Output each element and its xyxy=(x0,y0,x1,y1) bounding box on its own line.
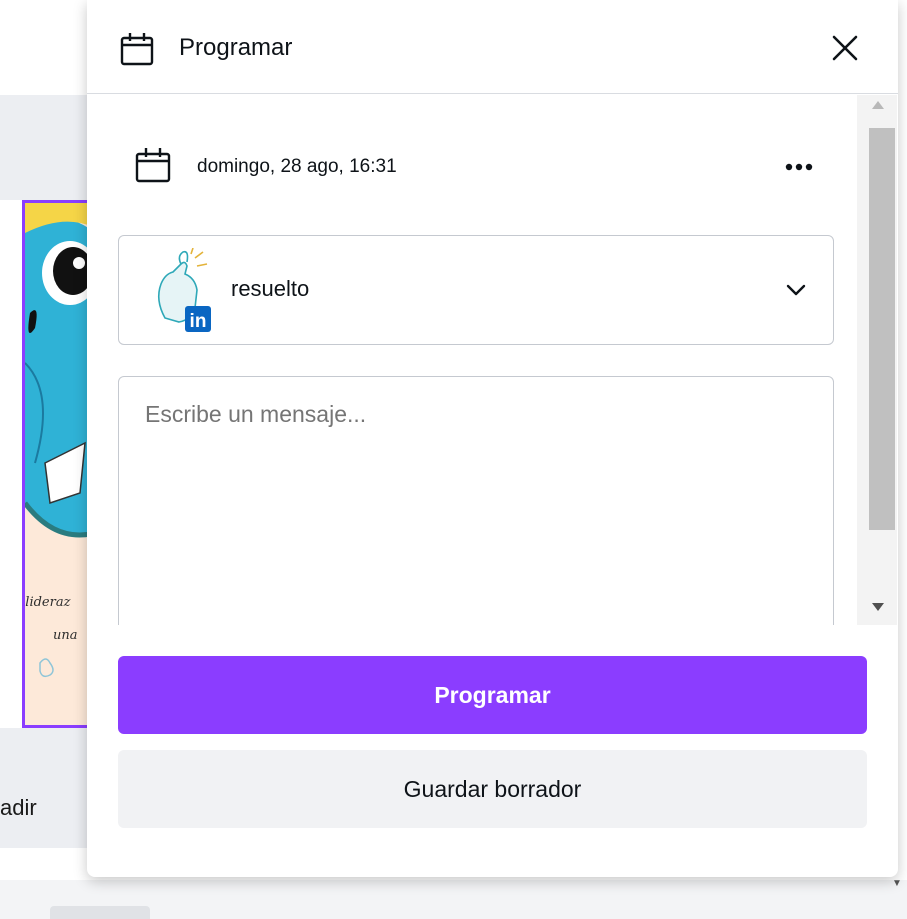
close-button[interactable] xyxy=(825,28,865,68)
account-avatar: in xyxy=(157,248,211,332)
add-page-button[interactable]: adir xyxy=(0,768,100,848)
scroll-down-arrow[interactable] xyxy=(872,603,884,611)
editor-background xyxy=(0,95,100,200)
panel-scroll-area[interactable]: domingo, 28 ago, 16:31 in resuelto xyxy=(87,95,898,625)
save-draft-button[interactable]: Guardar borrador xyxy=(118,750,867,828)
account-name: resuelto xyxy=(231,276,310,301)
schedule-button[interactable]: Programar xyxy=(118,656,867,734)
character-illustration xyxy=(25,203,92,678)
page-scroll-down-arrow[interactable]: ▼ xyxy=(892,878,902,892)
schedule-panel: Programar domingo, 28 ago, 16:31 in resu… xyxy=(87,0,898,877)
panel-scrollbar[interactable] xyxy=(857,95,897,625)
scrollbar-thumb[interactable] xyxy=(869,128,895,530)
schedule-date-text: domingo, 28 ago, 16:31 xyxy=(197,156,397,177)
schedule-date-row[interactable]: domingo, 28 ago, 16:31 xyxy=(135,145,825,189)
scroll-up-arrow[interactable] xyxy=(872,101,884,109)
more-options-button[interactable] xyxy=(775,149,823,185)
calendar-icon xyxy=(120,33,154,66)
panel-title: Programar xyxy=(179,34,293,61)
design-text-line: l lideraz xyxy=(22,595,71,610)
close-icon xyxy=(832,35,858,61)
more-horizontal-icon xyxy=(785,163,813,171)
account-selector[interactable]: in resuelto xyxy=(118,235,834,345)
design-thumbnail[interactable]: l lideraz una xyxy=(22,200,92,728)
footer-tab[interactable] xyxy=(50,906,150,919)
calendar-icon xyxy=(135,148,171,183)
design-text-line: una xyxy=(53,628,78,643)
chevron-down-icon xyxy=(786,284,806,296)
editor-background xyxy=(0,728,100,768)
message-input[interactable] xyxy=(118,376,834,625)
linkedin-badge-text: in xyxy=(190,311,207,332)
panel-header: Programar xyxy=(87,0,898,94)
